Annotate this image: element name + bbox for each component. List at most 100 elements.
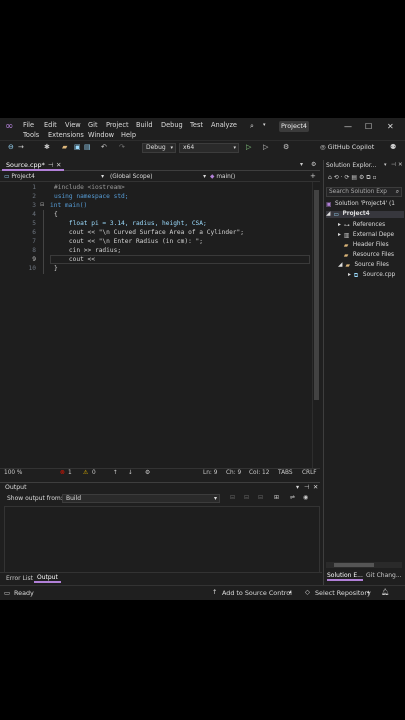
save-icon[interactable]: ▣ (74, 143, 81, 151)
next-issue-icon[interactable]: ↓ (128, 470, 133, 476)
close-tab-icon[interactable]: ✕ (56, 160, 61, 170)
char-indicator[interactable]: Ch: 9 (226, 470, 241, 476)
pin-panel-icon[interactable]: ⊣ (391, 162, 396, 168)
expand-icon[interactable]: ◢ (338, 262, 342, 268)
solution-search-input[interactable]: Search Solution Exp ⌕ (326, 187, 402, 197)
expand-icon[interactable]: ▸ (338, 222, 341, 228)
pin-panel-icon[interactable]: ⊣ (304, 484, 309, 491)
minimize-icon[interactable]: — (344, 122, 352, 131)
solution-explorer-title: Solution Explor... (326, 162, 377, 169)
tree-item-references[interactable]: ▸ ⊶ References (338, 222, 385, 229)
tab-git-changes[interactable]: Git Chang... (366, 572, 402, 579)
line-ending-indicator[interactable]: CRLF (302, 470, 317, 476)
menu-analyze[interactable]: Analyze (211, 121, 237, 129)
code-line-1: #include <iostream> (54, 184, 125, 191)
menu-view[interactable]: View (65, 121, 81, 129)
tree-item-source-cpp[interactable]: ▸ ⧉ Source.cpp (348, 272, 395, 279)
search-dropdown-icon[interactable]: ▾ (263, 122, 266, 128)
pin-icon[interactable]: ⊣ (48, 160, 54, 170)
folder-icon: ▰ (343, 243, 349, 249)
zoom-level[interactable]: 100 % (4, 470, 22, 476)
save-all-icon[interactable]: ▤ (84, 143, 91, 151)
redo-icon[interactable]: ↷ (119, 143, 125, 151)
menu-window[interactable]: Window (88, 131, 114, 139)
next-message-icon[interactable]: ⊟ (258, 494, 263, 501)
tree-item-source-files[interactable]: ◢ ▰ Source Files (338, 262, 389, 269)
close-icon[interactable]: ✕ (387, 122, 394, 131)
tree-item-header-files[interactable]: ▸▰Header Files (338, 242, 389, 249)
tree-item-external-dependencies[interactable]: ▸ ▥ External Depe (338, 232, 394, 239)
select-repository-button[interactable]: Select Repository (315, 589, 371, 597)
split-editor-icon[interactable]: + (310, 172, 316, 180)
github-copilot-button[interactable]: ◎ GitHub Copilot (320, 143, 374, 151)
tabs-indicator[interactable]: TABS (278, 470, 293, 476)
account-icon[interactable]: ⚉ (390, 143, 396, 151)
run-icon[interactable]: ▷ (246, 143, 251, 151)
search-icon[interactable]: ⌕ (250, 122, 254, 131)
panel-options-icon[interactable]: ▾ (384, 162, 387, 168)
menu-tools[interactable]: Tools (23, 131, 39, 139)
tree-item-solution[interactable]: ▣ Solution 'Project4' (1 (326, 201, 404, 208)
notifications-icon[interactable]: 🔔︎ (381, 588, 389, 596)
horizontal-scrollbar[interactable] (326, 562, 402, 568)
collapse-icon[interactable]: ⊟ (40, 202, 44, 208)
undo-icon[interactable]: ↶ (101, 143, 107, 151)
output-source-dropdown[interactable]: Build ▾ (62, 494, 220, 503)
scrollbar-thumb[interactable] (314, 190, 319, 400)
code-cleanup-icon[interactable]: ⚙ (145, 470, 150, 476)
open-log-icon[interactable]: ◉ (303, 494, 308, 501)
clear-all-icon[interactable]: ⊞ (274, 494, 279, 501)
solution-toolbar-icons[interactable]: ⌂ ⟲ · ⟳ ▤ ⚙ ⧉ ▫ (328, 174, 377, 182)
new-item-icon[interactable]: ✱ (44, 143, 50, 151)
menu-git[interactable]: Git (88, 121, 98, 129)
tree-item-resource-files[interactable]: ▸▰Resource Files (338, 252, 394, 259)
menu-debug[interactable]: Debug (161, 121, 183, 129)
maximize-icon[interactable]: ☐ (365, 122, 372, 131)
tab-solution-explorer[interactable]: Solution E... (327, 572, 363, 581)
menu-build[interactable]: Build (136, 121, 153, 129)
warning-count[interactable]: 0 (92, 470, 96, 476)
scrollbar-thumb[interactable] (334, 563, 374, 567)
run-options-icon[interactable]: ▷ (263, 143, 268, 151)
tab-list-icon[interactable]: ▾ (300, 161, 303, 168)
line-indicator[interactable]: Ln: 9 (203, 470, 217, 476)
open-folder-icon[interactable]: ▰ (62, 143, 67, 151)
tab-source-cpp[interactable]: Source.cpp* ⊣ ✕ (2, 160, 64, 171)
nav-member-label: main() (216, 174, 236, 180)
expand-icon[interactable]: ▸ (338, 232, 341, 238)
panel-options-icon[interactable]: ▾ (296, 484, 299, 491)
previous-issue-icon[interactable]: ↑ (113, 470, 118, 476)
platform-dropdown[interactable]: x64 ▾ (179, 143, 239, 153)
close-panel-icon[interactable]: ✕ (313, 484, 318, 491)
word-wrap-icon[interactable]: ⇌ (290, 494, 295, 501)
menu-file[interactable]: File (23, 121, 34, 129)
output-text-area[interactable] (4, 506, 320, 582)
close-panel-icon[interactable]: ✕ (398, 162, 403, 168)
expand-icon[interactable]: ◢ (326, 211, 330, 217)
code-editor[interactable]: 1 2 3 4 5 6 7 8 9 10 ⊟ #include <iostrea… (0, 182, 312, 468)
code-line-8: cin >> radius; (54, 247, 122, 254)
find-message-icon[interactable]: ⊟ (230, 494, 235, 501)
menu-help[interactable]: Help (121, 131, 136, 139)
menu-project[interactable]: Project (106, 121, 129, 129)
menu-extensions[interactable]: Extensions (48, 131, 84, 139)
performance-icon[interactable]: ⚙ (283, 143, 289, 151)
tab-error-list[interactable]: Error List (6, 575, 33, 582)
nav-scope-dropdown[interactable]: (Global Scope) ▾ (110, 173, 206, 181)
navigate-back-icon[interactable]: ⊖ (8, 143, 14, 151)
navigate-forward-icon[interactable]: → (18, 143, 24, 151)
nav-project-dropdown[interactable]: ▭ Project4 ▾ (4, 173, 104, 181)
expand-icon[interactable]: ▸ (348, 272, 351, 278)
editor-vertical-scrollbar[interactable] (312, 182, 320, 468)
menu-test[interactable]: Test (190, 121, 203, 129)
configuration-dropdown[interactable]: Debug ▾ (142, 143, 176, 153)
add-to-source-control-button[interactable]: Add to Source Control (222, 589, 292, 597)
tree-item-project[interactable]: ◢ ▭ Project4 (326, 211, 404, 218)
nav-member-dropdown[interactable]: ◆ main() (210, 173, 306, 181)
menu-edit[interactable]: Edit (44, 121, 57, 129)
settings-icon[interactable]: ⚙ (311, 161, 316, 168)
tab-output[interactable]: Output (34, 574, 61, 583)
previous-message-icon[interactable]: ⊟ (244, 494, 249, 501)
error-count[interactable]: 1 (68, 470, 72, 476)
column-indicator[interactable]: Col: 12 (249, 470, 269, 476)
